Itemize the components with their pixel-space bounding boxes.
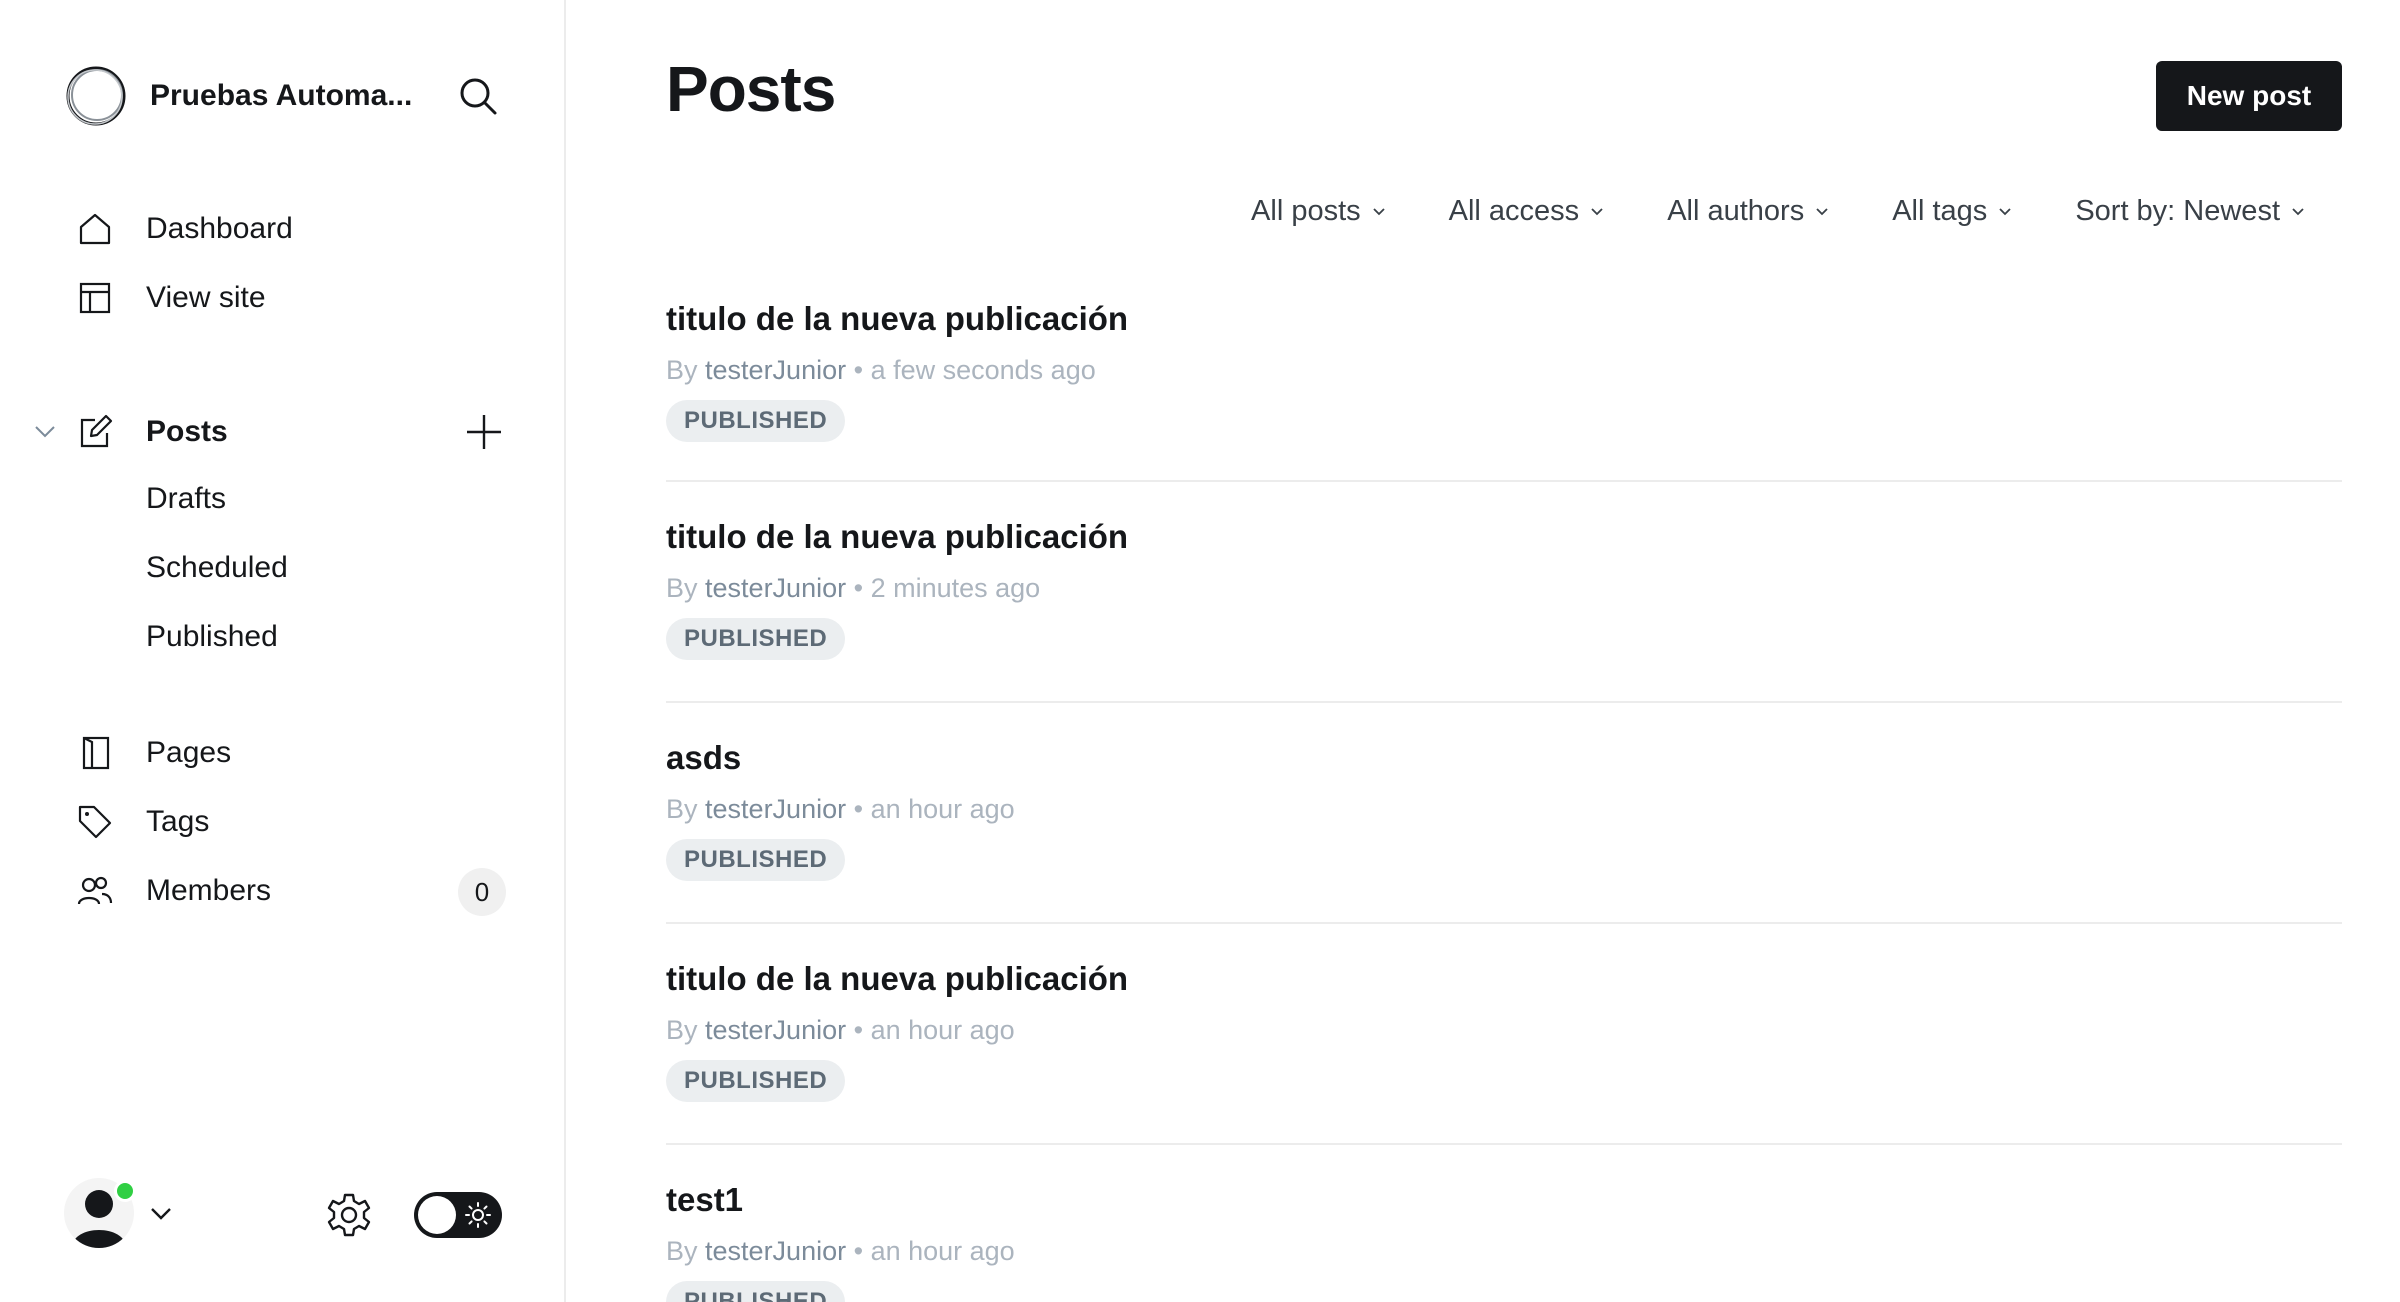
- members-count-badge: 0: [458, 868, 506, 916]
- nav-posts[interactable]: Posts: [76, 407, 228, 457]
- status-badge: PUBLISHED: [666, 1060, 846, 1102]
- nav-scheduled[interactable]: Scheduled: [146, 551, 288, 597]
- layout-icon: [76, 279, 114, 317]
- filter-access-label: All access: [1448, 194, 1580, 227]
- page-title: Posts: [666, 53, 836, 125]
- post-time: an hour ago: [870, 1236, 1015, 1266]
- post-row[interactable]: test1 By testerJunior • an hour ago PUBL…: [666, 1145, 2342, 1302]
- post-time: an hour ago: [870, 794, 1015, 824]
- filter-authors[interactable]: All authors: [1667, 195, 1830, 228]
- new-post-button[interactable]: New post: [2156, 61, 2342, 131]
- chevron-down-icon[interactable]: [148, 1200, 174, 1226]
- post-author: testerJunior: [705, 355, 847, 385]
- nav-posts-label: Posts: [146, 415, 228, 448]
- site-logo-icon: [66, 66, 126, 126]
- nav-dashboard-label: Dashboard: [146, 212, 293, 245]
- filter-sort[interactable]: Sort by: Newest: [2075, 195, 2306, 228]
- theme-toggle[interactable]: [414, 1192, 502, 1238]
- nav-drafts[interactable]: Drafts: [146, 482, 226, 528]
- posts-list: titulo de la nueva publicación By tester…: [666, 300, 2342, 1302]
- post-time: an hour ago: [870, 1015, 1015, 1045]
- post-author: testerJunior: [705, 573, 847, 603]
- post-meta: By testerJunior • 2 minutes ago: [666, 573, 1041, 603]
- filter-bar: All posts All access All authors All tag…: [1189, 188, 2306, 234]
- nav-tags[interactable]: Tags: [76, 797, 209, 847]
- filter-access[interactable]: All access: [1449, 195, 1606, 228]
- filter-tags-label: All tags: [1892, 194, 1988, 227]
- sun-icon: [465, 1202, 491, 1228]
- toggle-knob: [418, 1196, 456, 1234]
- status-badge: PUBLISHED: [666, 839, 846, 881]
- nav-pages-label: Pages: [146, 736, 232, 769]
- nav-view-site-label: View site: [146, 281, 266, 314]
- post-row[interactable]: titulo de la nueva publicación By tester…: [666, 482, 2342, 703]
- post-row[interactable]: titulo de la nueva publicación By tester…: [666, 300, 2342, 482]
- status-badge: PUBLISHED: [666, 1281, 846, 1302]
- filter-tags[interactable]: All tags: [1892, 195, 2013, 228]
- post-title[interactable]: test1: [666, 1181, 743, 1219]
- nav-view-site[interactable]: View site: [76, 273, 266, 323]
- post-row[interactable]: asds By testerJunior • an hour ago PUBLI…: [666, 703, 2342, 924]
- post-meta: By testerJunior • an hour ago: [666, 1236, 1015, 1266]
- filter-post-type[interactable]: All posts: [1251, 195, 1387, 228]
- sidebar: Pruebas Automa... Dashboard View site Po…: [0, 0, 566, 1302]
- site-name: Pruebas Automa...: [150, 79, 413, 112]
- post-meta: By testerJunior • a few seconds ago: [666, 355, 1096, 385]
- nav-tags-label: Tags: [146, 805, 210, 838]
- chevron-down-icon[interactable]: [32, 418, 58, 444]
- tag-icon: [76, 803, 114, 841]
- filter-authors-label: All authors: [1667, 194, 1805, 227]
- brand[interactable]: Pruebas Automa...: [64, 64, 420, 128]
- nav-members-label: Members: [146, 874, 272, 907]
- post-title[interactable]: titulo de la nueva publicación: [666, 960, 1128, 998]
- post-time: a few seconds ago: [870, 355, 1096, 385]
- page-icon: [76, 734, 114, 772]
- post-by: By: [666, 794, 698, 824]
- post-author: testerJunior: [705, 1015, 847, 1045]
- chevron-down-icon: [1591, 208, 1603, 216]
- post-time: 2 minutes ago: [870, 573, 1041, 603]
- search-icon[interactable]: [456, 74, 500, 118]
- chevron-down-icon: [2292, 208, 2304, 216]
- nav-published[interactable]: Published: [146, 620, 278, 666]
- home-icon: [76, 210, 114, 248]
- online-status-dot: [114, 1180, 136, 1202]
- post-meta: By testerJunior • an hour ago: [666, 1015, 1015, 1045]
- nav-members[interactable]: Members: [76, 866, 271, 916]
- edit-icon: [76, 413, 114, 451]
- chevron-down-icon: [1816, 208, 1828, 216]
- post-by: By: [666, 355, 698, 385]
- post-by: By: [666, 1236, 698, 1266]
- nav-dashboard[interactable]: Dashboard: [76, 204, 293, 254]
- filter-post-type-label: All posts: [1251, 194, 1361, 227]
- post-by: By: [666, 573, 698, 603]
- members-icon: [76, 872, 114, 910]
- gear-icon[interactable]: [326, 1192, 372, 1238]
- filter-sort-label: Sort by: Newest: [2075, 194, 2280, 227]
- post-meta: By testerJunior • an hour ago: [666, 794, 1015, 824]
- post-title[interactable]: titulo de la nueva publicación: [666, 300, 1128, 338]
- chevron-down-icon: [1999, 208, 2011, 216]
- post-author: testerJunior: [705, 794, 847, 824]
- add-post-plus-icon[interactable]: [464, 412, 504, 452]
- status-badge: PUBLISHED: [666, 618, 846, 660]
- chevron-down-icon: [1373, 208, 1385, 216]
- post-title[interactable]: asds: [666, 739, 741, 777]
- post-author: testerJunior: [705, 1236, 847, 1266]
- post-row[interactable]: titulo de la nueva publicación By tester…: [666, 924, 2342, 1145]
- post-title[interactable]: titulo de la nueva publicación: [666, 518, 1128, 556]
- post-by: By: [666, 1015, 698, 1045]
- status-badge: PUBLISHED: [666, 400, 846, 442]
- nav-pages[interactable]: Pages: [76, 728, 231, 778]
